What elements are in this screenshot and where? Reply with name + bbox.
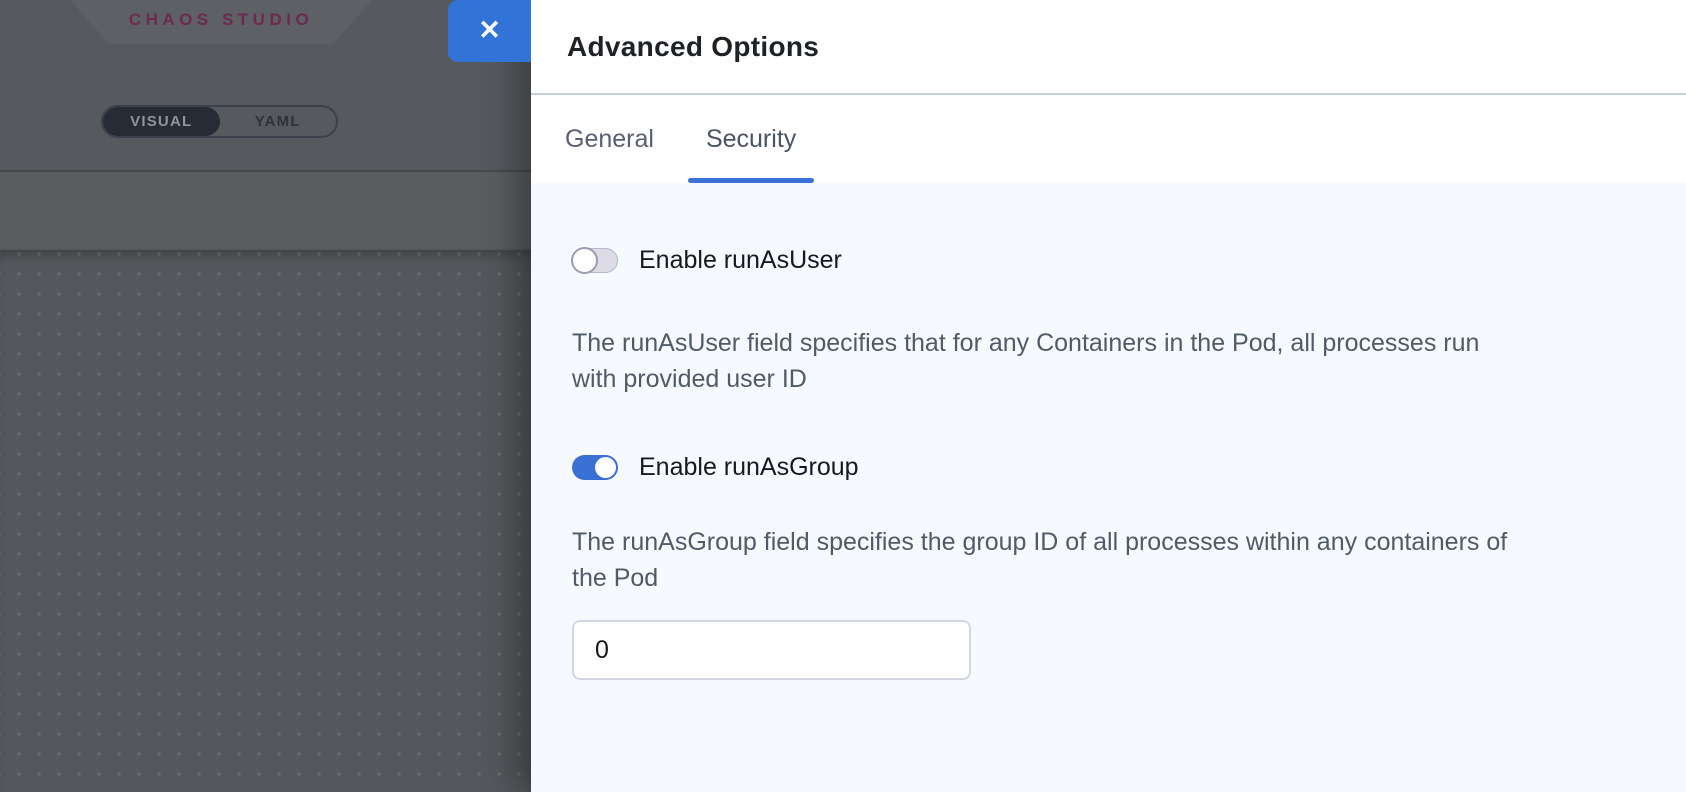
drawer-tabs: General Security bbox=[531, 95, 1686, 183]
tab-security[interactable]: Security bbox=[704, 95, 798, 183]
toggle-knob bbox=[595, 457, 616, 478]
run-as-user-row: Enable runAsUser bbox=[572, 247, 1686, 273]
advanced-options-drawer: Advanced Options General Security Enable… bbox=[531, 0, 1686, 792]
brand-title: CHAOS STUDIO bbox=[129, 10, 313, 30]
visual-tab[interactable]: VISUAL bbox=[103, 107, 220, 136]
toggle-knob bbox=[571, 247, 598, 274]
dimmed-canvas-region: CHAOS STUDIO VISUAL YAML bbox=[0, 0, 531, 792]
run-as-user-label: Enable runAsUser bbox=[639, 246, 842, 275]
yaml-tab[interactable]: YAML bbox=[220, 107, 337, 136]
chaos-studio-banner: CHAOS STUDIO bbox=[70, 0, 372, 44]
run-as-user-description: The runAsUser field specifies that for a… bbox=[572, 325, 1524, 397]
run-as-group-row: Enable runAsGroup bbox=[572, 454, 1686, 480]
run-as-group-value-input[interactable] bbox=[572, 620, 971, 680]
close-drawer-button[interactable]: ✕ bbox=[448, 0, 531, 62]
run-as-group-label: Enable runAsGroup bbox=[639, 453, 859, 482]
canvas-toolbar-band bbox=[0, 170, 531, 248]
tab-general[interactable]: General bbox=[563, 95, 656, 183]
drawer-header: Advanced Options bbox=[531, 0, 1686, 95]
drawer-title: Advanced Options bbox=[567, 31, 819, 63]
visual-yaml-toggle[interactable]: VISUAL YAML bbox=[101, 105, 338, 138]
security-tab-content: Enable runAsUser The runAsUser field spe… bbox=[531, 183, 1686, 792]
enable-runasgroup-toggle[interactable] bbox=[572, 455, 618, 480]
dotted-grid-canvas bbox=[0, 250, 531, 792]
enable-runasuser-toggle[interactable] bbox=[572, 248, 618, 273]
close-icon: ✕ bbox=[478, 17, 501, 44]
run-as-group-description: The runAsGroup field specifies the group… bbox=[572, 524, 1524, 596]
